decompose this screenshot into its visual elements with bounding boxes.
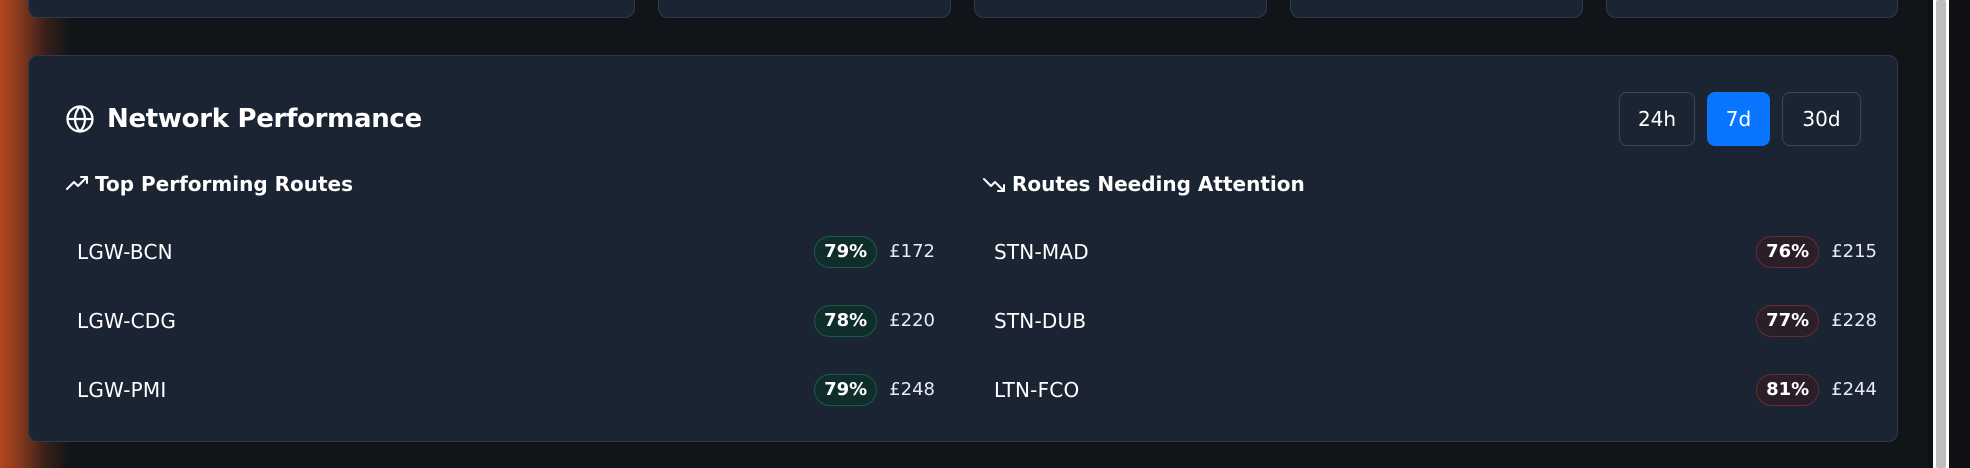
- dashboard-viewport: Network Performance 24h 7d 30d Top Perfo…: [0, 0, 1970, 468]
- route-code: LGW-PMI: [77, 377, 167, 402]
- trending-down-icon: [983, 178, 1005, 192]
- average-fare: £215: [1831, 241, 1877, 262]
- load-factor-badge: 79%: [814, 235, 878, 268]
- average-fare: £248: [889, 379, 935, 400]
- load-factor-badge: 81%: [1756, 373, 1820, 406]
- stat-card: [1290, 0, 1583, 18]
- route-code: STN-DUB: [994, 308, 1087, 333]
- average-fare: £220: [889, 310, 935, 331]
- stat-card: [658, 0, 951, 18]
- scrollbar-thumb[interactable]: [1936, 0, 1946, 468]
- route-code: LTN-FCO: [994, 377, 1080, 402]
- route-row-lgw-pmi[interactable]: LGW-PMI 79% £248: [65, 355, 935, 424]
- globe-icon: [66, 105, 94, 133]
- top-routes-heading: Top Performing Routes: [65, 169, 935, 199]
- attention-routes-heading: Routes Needing Attention: [982, 169, 1877, 199]
- load-factor-badge: 77%: [1756, 304, 1820, 337]
- load-factor-badge: 79%: [814, 373, 878, 406]
- top-routes-list: LGW-BCN 79% £172 LGW-CDG 78% £220 LGW-PM…: [65, 217, 935, 424]
- route-stats: 79% £248: [814, 373, 935, 406]
- stat-card: [1606, 0, 1898, 18]
- route-row-lgw-bcn[interactable]: LGW-BCN 79% £172: [65, 217, 935, 286]
- route-row-stn-mad[interactable]: STN-MAD 76% £215: [982, 217, 1877, 286]
- route-code: LGW-CDG: [77, 308, 177, 333]
- range-7d-button[interactable]: 7d: [1707, 92, 1770, 146]
- panel-header: Network Performance: [65, 104, 422, 134]
- route-stats: 81% £244: [1756, 373, 1877, 406]
- route-code: STN-MAD: [994, 239, 1089, 264]
- average-fare: £244: [1831, 379, 1877, 400]
- attention-routes-section: Routes Needing Attention STN-MAD 76% £21…: [982, 169, 1877, 424]
- stat-card: [28, 0, 635, 18]
- route-row-stn-dub[interactable]: STN-DUB 77% £228: [982, 286, 1877, 355]
- average-fare: £172: [889, 241, 935, 262]
- route-row-ltn-fco[interactable]: LTN-FCO 81% £244: [982, 355, 1877, 424]
- route-row-lgw-cdg[interactable]: LGW-CDG 78% £220: [65, 286, 935, 355]
- range-24h-button[interactable]: 24h: [1619, 92, 1695, 146]
- route-stats: 78% £220: [814, 304, 935, 337]
- time-range-selector: 24h 7d 30d: [1619, 92, 1861, 146]
- route-stats: 76% £215: [1756, 235, 1877, 268]
- stat-card: [974, 0, 1267, 18]
- average-fare: £228: [1831, 310, 1877, 331]
- range-30d-button[interactable]: 30d: [1782, 92, 1861, 146]
- network-performance-panel: Network Performance 24h 7d 30d Top Perfo…: [28, 55, 1898, 442]
- trending-up-icon: [66, 176, 88, 190]
- panel-title: Network Performance: [107, 104, 422, 134]
- route-code: LGW-BCN: [77, 239, 173, 264]
- route-stats: 79% £172: [814, 235, 935, 268]
- route-stats: 77% £228: [1756, 304, 1877, 337]
- top-routes-title: Top Performing Routes: [95, 172, 354, 196]
- attention-routes-title: Routes Needing Attention: [1012, 172, 1305, 196]
- attention-routes-list: STN-MAD 76% £215 STN-DUB 77% £228 LTN-FC…: [982, 217, 1877, 424]
- load-factor-badge: 76%: [1756, 235, 1820, 268]
- top-routes-section: Top Performing Routes LGW-BCN 79% £172 L…: [65, 169, 935, 424]
- load-factor-badge: 78%: [814, 304, 878, 337]
